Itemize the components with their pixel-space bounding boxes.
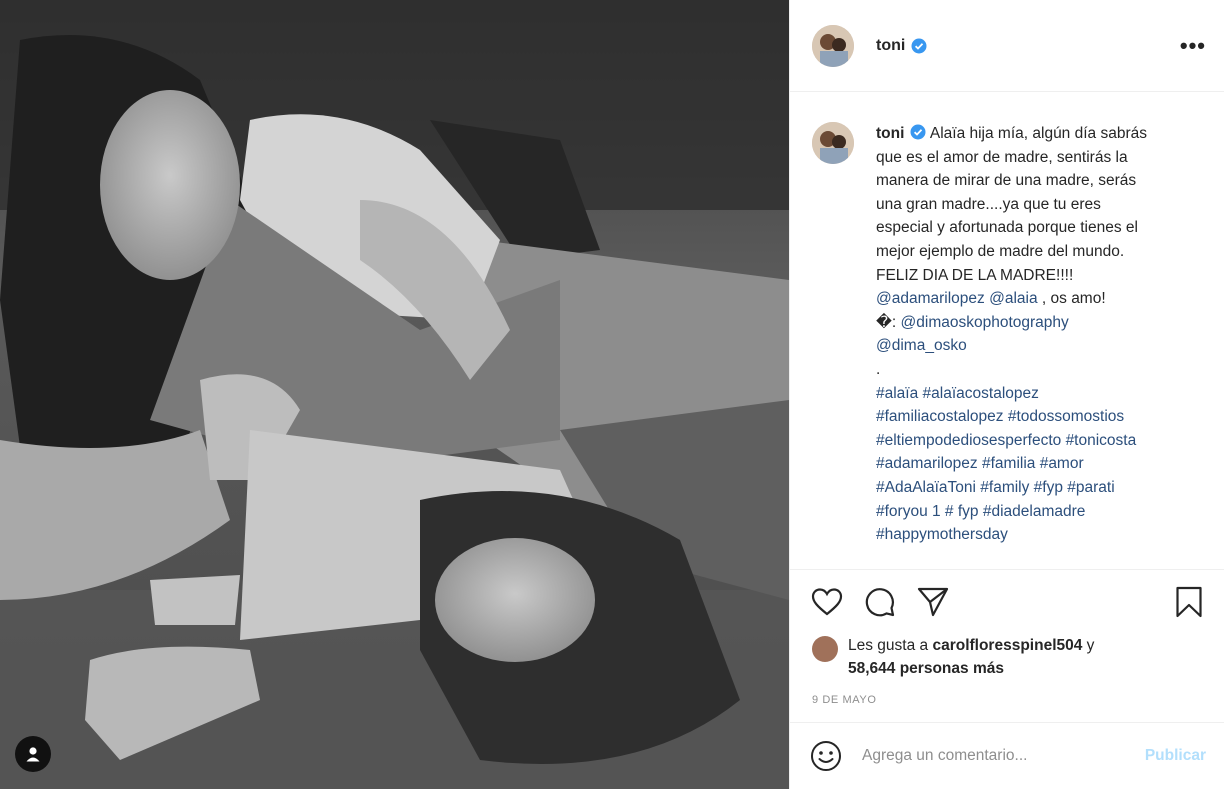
- heart-icon: [811, 588, 843, 616]
- publish-button[interactable]: Publicar: [1145, 747, 1206, 765]
- caption-text-line: .: [876, 360, 881, 378]
- likes-mid: y: [1082, 637, 1095, 654]
- post-actions-bar: [790, 570, 1224, 634]
- comment-bubble-icon: [865, 588, 895, 617]
- mention-link[interactable]: @dimaoskophotography: [901, 314, 1069, 331]
- hashtag-line[interactable]: #adamarilopez #familia #amor: [876, 452, 1196, 476]
- caption-text-line: Alaïa hija mía, algún día sabrás: [929, 125, 1147, 142]
- post-side-panel: toni ••• toni Alaïa hija mía, algún día: [789, 0, 1224, 789]
- mention-link[interactable]: @dima_osko: [876, 334, 1196, 358]
- comment-input[interactable]: [860, 746, 1145, 766]
- post-date[interactable]: 9 DE MAYO: [790, 680, 1224, 723]
- instagram-post: toni ••• toni Alaïa hija mía, algún día: [0, 0, 1224, 789]
- post-caption: toni Alaïa hija mía, algún día sabrás qu…: [876, 122, 1196, 569]
- caption-author-avatar[interactable]: [812, 122, 854, 164]
- caption-username[interactable]: toni: [876, 125, 904, 142]
- author-avatar[interactable]: [812, 24, 854, 67]
- hashtag-line[interactable]: #foryou 1 # fyp #diadelamadre: [876, 500, 1196, 524]
- liker-avatar[interactable]: [812, 636, 838, 662]
- more-options-button[interactable]: •••: [1180, 33, 1206, 59]
- mention-link[interactable]: @adamarilopez: [876, 290, 985, 307]
- share-button[interactable]: [916, 585, 950, 619]
- emoji-icon[interactable]: [810, 740, 842, 772]
- post-photo[interactable]: [0, 0, 789, 789]
- user-tag-icon[interactable]: [15, 736, 51, 772]
- like-button[interactable]: [810, 585, 844, 619]
- camera-emoji-text: �:: [876, 313, 901, 331]
- hashtag-line[interactable]: #happymothersday: [876, 523, 1196, 547]
- likes-prefix: Les gusta a: [848, 637, 933, 654]
- liker-username[interactable]: carolfloresspinel504: [932, 637, 1082, 654]
- caption-area: toni Alaïa hija mía, algún día sabrás qu…: [790, 92, 1224, 570]
- save-button[interactable]: [1172, 585, 1206, 619]
- verified-badge-icon: [911, 38, 927, 53]
- caption-text-line: mejor ejemplo de madre del mundo.: [876, 242, 1125, 260]
- avatar-image: [812, 122, 854, 164]
- caption-text-line: manera de mirar de una madre, serás: [876, 172, 1137, 190]
- photo-mother-daughter-image: [0, 0, 789, 789]
- caption-text: , os amo!: [1037, 290, 1106, 308]
- mention-link[interactable]: @alaia: [989, 290, 1037, 307]
- post-header: toni •••: [790, 0, 1224, 92]
- likes-count[interactable]: 58,644 personas más: [848, 660, 1004, 677]
- paper-plane-icon: [917, 587, 949, 617]
- caption-text-line: una gran madre....ya que tu eres: [876, 195, 1101, 213]
- author-username[interactable]: toni: [876, 37, 905, 55]
- verified-badge-icon: [910, 124, 926, 140]
- person-icon: [26, 747, 40, 762]
- comment-composer: Publicar: [790, 723, 1224, 789]
- hashtag-line[interactable]: #AdaAlaïaToni #family #fyp #parati: [876, 476, 1196, 500]
- caption-text-line: que es el amor de madre, sentirás la: [876, 148, 1128, 166]
- hashtag-line[interactable]: #eltiempodediosesperfecto #tonicosta: [876, 429, 1196, 453]
- hashtag-line[interactable]: #alaïa #alaïacostalopez: [876, 382, 1196, 406]
- bookmark-icon: [1176, 586, 1202, 618]
- caption-text-line: FELIZ DIA DE LA MADRE!!!!: [876, 266, 1074, 284]
- comment-button[interactable]: [863, 585, 897, 619]
- hashtag-line[interactable]: #familiacostalopez #todossomostios: [876, 405, 1196, 429]
- likes-summary: Les gusta a carolfloresspinel504 y 58,64…: [790, 634, 1224, 680]
- caption-text-line: especial y afortunada porque tienes el: [876, 219, 1138, 237]
- avatar-image: [812, 24, 854, 67]
